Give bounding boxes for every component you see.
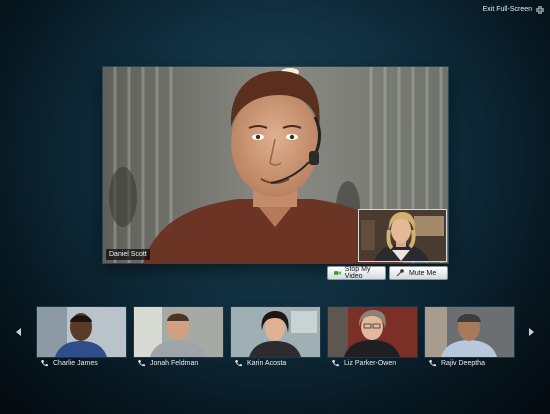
top-bar: Exit Full-Screen [0,0,550,18]
participant-frame [425,307,514,357]
participant-filmstrip: Charlie James Jonah Feldman Karin Acosta… [37,307,517,372]
participant-video [134,307,223,357]
main-video: Daniel Scott [103,67,448,263]
participant-video [425,307,514,357]
participant-tile[interactable]: Jonah Feldman [134,307,223,372]
phone-icon [41,360,48,367]
participant-label: Charlie James [41,360,98,367]
participant-name: Liz Parker-Owen [344,360,397,367]
chevron-right-icon [529,328,534,336]
fullscreen-exit-icon [536,5,544,14]
exit-fullscreen-label: Exit Full-Screen [482,6,532,13]
call-controls: Stop My Video Mute Me [327,266,448,280]
participant-label: Karin Acosta [235,360,286,367]
participant-video [231,307,320,357]
filmstrip-prev-button[interactable] [14,322,24,342]
chevron-left-icon [16,328,21,336]
stop-video-button[interactable]: Stop My Video [327,266,386,280]
participant-name: Rajiv Deeptha [441,360,485,367]
participant-frame [231,307,320,357]
participant-frame [328,307,417,357]
filmstrip-next-button[interactable] [526,322,536,342]
exit-fullscreen-button[interactable]: Exit Full-Screen [483,4,544,15]
video-camera-icon [334,271,341,275]
participant-frame [134,307,223,357]
participant-tile[interactable]: Rajiv Deeptha [425,307,514,372]
participant-name: Karin Acosta [247,360,287,367]
participant-video [37,307,126,357]
participant-name: Charlie James [53,360,98,367]
phone-icon [235,360,242,367]
participant-frame [37,307,126,357]
participant-name: Jonah Feldman [150,360,199,367]
phone-icon [138,360,145,367]
phone-icon [429,360,436,367]
stop-video-label: Stop My Video [344,266,371,280]
participant-label: Rajiv Deeptha [429,360,485,367]
mute-button[interactable]: Mute Me [389,266,448,280]
participant-video [328,307,417,357]
speaker-name-tag: Daniel Scott [106,249,150,260]
participant-label: Liz Parker-Owen [332,360,396,367]
microphone-icon [396,269,404,277]
participant-label: Jonah Feldman [138,360,198,367]
mute-label: Mute Me [409,269,437,277]
participant-tile[interactable]: Charlie James [37,307,126,372]
participant-tile[interactable]: Karin Acosta [231,307,320,372]
phone-icon [332,360,339,367]
participant-tile[interactable]: Liz Parker-Owen [328,307,417,372]
self-view-frame [359,210,446,261]
self-view-video[interactable] [358,209,447,262]
